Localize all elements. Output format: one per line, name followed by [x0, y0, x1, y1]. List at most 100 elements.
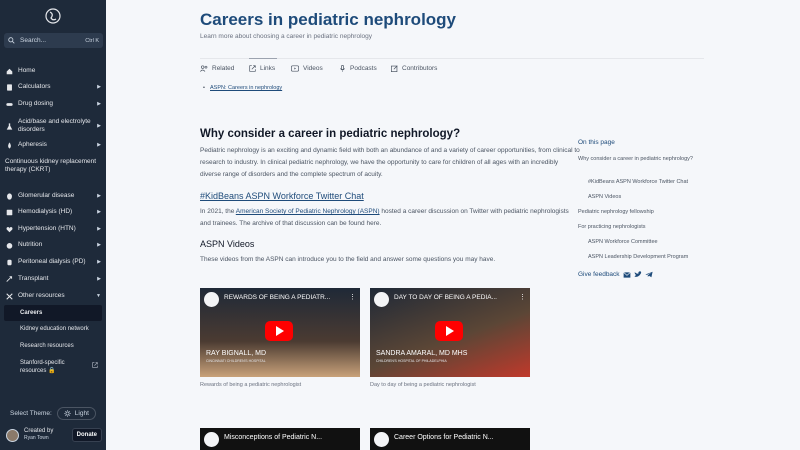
video-caption: Day to day of being a pediatric nephrolo… — [370, 382, 476, 388]
telegram-icon[interactable] — [644, 271, 653, 278]
kidney-logo-icon[interactable] — [45, 7, 61, 25]
toc-item[interactable]: For practicing nephrologists — [578, 223, 646, 231]
sidebar-item-label: Hemodialysis (HD) — [18, 208, 73, 215]
tab-related[interactable]: Related — [200, 65, 234, 72]
sidebar-item-home[interactable]: Home — [5, 67, 101, 75]
sidebar-item-label: Acid/base and electrolyte disorders — [18, 118, 91, 133]
sidebar-item-transplant[interactable]: Transplant ▶ — [5, 275, 101, 283]
theme-value: Light — [74, 410, 89, 417]
toc-item[interactable]: Pediatric nephrology fellowship — [578, 208, 654, 216]
tab-podcasts[interactable]: Podcasts — [339, 65, 377, 72]
toc-item[interactable]: ASPN Videos — [588, 193, 621, 201]
chat-paragraph: In 2021, the American Society of Pediatr… — [200, 206, 580, 230]
tab-label: Links — [260, 65, 276, 72]
tab-links[interactable]: Links — [249, 65, 275, 72]
donate-button[interactable]: Donate — [71, 428, 102, 442]
sidebar-item-other-resources[interactable]: Other resources ▼ — [5, 292, 101, 300]
main-content: Careers in pediatric nephrology Learn mo… — [106, 0, 800, 450]
sidebar-subitem-research[interactable]: Research resources — [20, 342, 100, 350]
toc-item[interactable]: ASPN Workforce Committee — [588, 238, 658, 246]
sidebar-item-hemodialysis[interactable]: Hemodialysis (HD) ▶ — [5, 208, 101, 216]
sidebar-subitem-careers[interactable]: Careers — [20, 309, 100, 317]
sidebar-item-label: Drug dosing — [18, 100, 54, 107]
sidebar-item-label: Apheresis — [18, 141, 47, 148]
video-title: Misconceptions of Pediatric N... — [224, 434, 323, 441]
external-link-icon — [92, 362, 98, 368]
intro-paragraph: Pediatric nephrology is an exciting and … — [200, 147, 580, 178]
sidebar-item-ckrt[interactable]: Continuous kidney replacement therapy (C… — [5, 158, 97, 174]
active-tab-indicator — [249, 58, 277, 59]
video-career-options[interactable]: Career Options for Pediatric N... — [370, 428, 530, 450]
sidebar-item-nutrition[interactable]: Nutrition ▶ — [5, 241, 101, 249]
theme-toggle-button[interactable]: Light — [56, 407, 96, 420]
sidebar-item-label: Nutrition — [18, 241, 43, 248]
machine-icon — [5, 208, 13, 216]
section-heading: Why consider a career in pediatric nephr… — [200, 128, 461, 140]
sidebar-item-acid-base[interactable]: Acid/base and electrolyte disorders ▶ — [5, 118, 101, 134]
kidney-icon — [5, 192, 13, 200]
chevron-down-icon: ▼ — [96, 293, 101, 299]
microphone-icon — [340, 65, 345, 72]
sidebar-item-label: Calculators — [18, 83, 51, 90]
toc-item[interactable]: ASPN Leadership Development Program — [588, 253, 688, 261]
email-icon[interactable] — [622, 271, 631, 278]
apple-icon — [5, 241, 13, 249]
video-title: Career Options for Pediatric N... — [394, 434, 494, 441]
sidebar-item-label: Peritoneal dialysis (PD) — [18, 258, 86, 265]
theme-label: Select Theme: — [10, 410, 52, 417]
channel-logo — [374, 292, 389, 307]
creator-name: Ryan Town — [24, 435, 49, 441]
creator-text: Created by Ryan Town — [24, 428, 72, 442]
tab-contributors[interactable]: Contributors — [391, 65, 437, 72]
sidebar-subitem-stanford[interactable]: Stanford-specific resources 🔒 — [20, 359, 80, 375]
pill-icon — [5, 100, 13, 108]
sidebar: Search... Ctrl K Home Calculators ▶ Drug… — [0, 0, 106, 450]
chevron-right-icon: ▶ — [97, 209, 101, 215]
play-button-icon[interactable] — [265, 321, 293, 341]
channel-logo — [204, 292, 219, 307]
twitter-icon[interactable] — [633, 271, 642, 278]
tab-label: Videos — [303, 65, 323, 72]
video-speaker-name: RAY BIGNALL, MD — [206, 350, 267, 357]
toc-item[interactable]: Why consider a career in pediatric nephr… — [578, 155, 706, 163]
more-options-icon[interactable]: ⋮ — [519, 293, 526, 301]
tab-videos[interactable]: Videos — [291, 65, 323, 72]
video-speaker-name: SANDRA AMARAL, MD MHS — [376, 350, 468, 357]
toc-heading: On this page — [578, 139, 615, 146]
aspn-link[interactable]: American Society of Pediatric Nephrology… — [236, 208, 380, 215]
kidbeans-chat-heading[interactable]: #KidBeans ASPN Workforce Twitter Chat — [200, 191, 364, 201]
play-button-icon[interactable] — [435, 321, 463, 341]
creator-block: Created by Ryan Town Donate — [6, 428, 102, 442]
avatar — [6, 428, 19, 442]
tab-label: Contributors — [402, 65, 438, 72]
sidebar-item-apheresis[interactable]: Apheresis ▶ — [5, 141, 101, 149]
link-aspn-careers[interactable]: ASPN: Careers in nephrology — [203, 85, 282, 91]
search-placeholder: Search... — [20, 37, 47, 44]
sidebar-item-hypertension[interactable]: Hypertension (HTN) ▶ — [5, 225, 101, 233]
video-rewards[interactable]: REWARDS OF BEING A PEDIATR... ⋮ RAY BIGN… — [200, 288, 360, 377]
sun-icon — [63, 410, 71, 417]
sidebar-item-peritoneal[interactable]: Peritoneal dialysis (PD) ▶ — [5, 258, 101, 266]
feedback-label: Give feedback — [578, 271, 620, 278]
chat-text-pre: In 2021, the — [200, 208, 236, 215]
sidebar-item-drug-dosing[interactable]: Drug dosing ▶ — [5, 100, 101, 108]
sidebar-item-label: Transplant — [18, 275, 49, 282]
tab-label: Related — [212, 65, 235, 72]
give-feedback[interactable]: Give feedback — [578, 271, 653, 278]
video-day-to-day[interactable]: DAY TO DAY OF BEING A PEDIA... ⋮ SANDRA … — [370, 288, 530, 377]
users-icon — [200, 65, 208, 72]
toc-item[interactable]: #KidBeans ASPN Workforce Twitter Chat — [588, 178, 688, 186]
video-misconceptions[interactable]: Misconceptions of Pediatric N... — [200, 428, 360, 450]
sidebar-subitem-kidney-education[interactable]: Kidney education network — [20, 325, 100, 333]
more-options-icon[interactable]: ⋮ — [349, 293, 356, 301]
videos-intro: These videos from the ASPN can introduce… — [200, 256, 496, 263]
chevron-right-icon: ▶ — [97, 123, 101, 129]
sidebar-item-label: Continuous kidney replacement therapy (C… — [5, 158, 97, 173]
search-box[interactable]: Search... Ctrl K — [4, 33, 103, 48]
sidebar-item-calculators[interactable]: Calculators ▶ — [5, 83, 101, 91]
chevron-right-icon: ▶ — [97, 142, 101, 148]
sidebar-item-glomerular[interactable]: Glomerular disease ▶ — [5, 192, 101, 200]
home-icon — [5, 67, 13, 75]
sidebar-item-label: Home — [18, 67, 36, 74]
video-speaker-org: CHILDREN'S HOSPITAL OF PHILADELPHIA — [376, 359, 447, 363]
